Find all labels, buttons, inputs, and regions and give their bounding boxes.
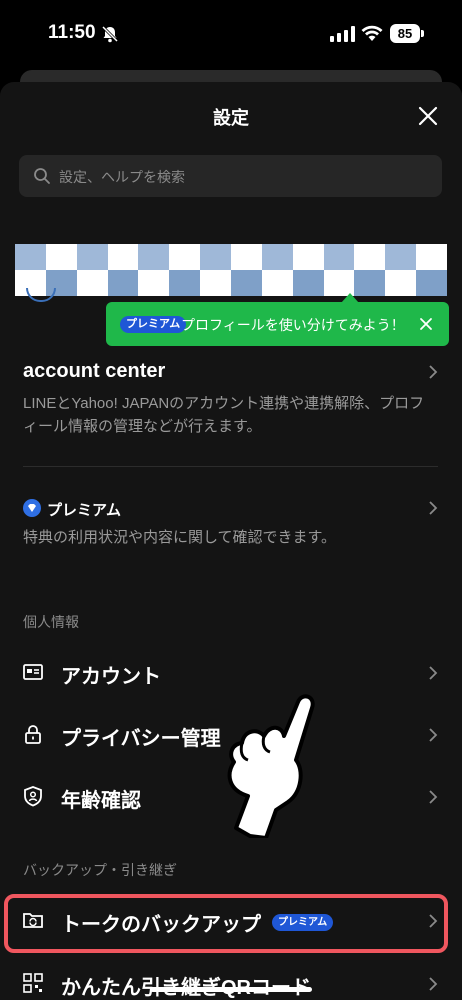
group-label-backup: バックアップ・引き継ぎ [23, 862, 177, 878]
row-label: プライバシー管理 [61, 728, 221, 750]
status-bar: 11:50 85 [0, 0, 462, 68]
mosaic-tile [354, 244, 386, 270]
row-label: 年齢確認 [61, 790, 141, 812]
mosaic-tile [416, 244, 447, 270]
row-label: かんたん引き継ぎQRコード [61, 971, 311, 1000]
search-input[interactable]: 設定、ヘルプを検索 [19, 155, 442, 197]
mosaic-tile [385, 244, 417, 270]
chevron-right-icon [429, 728, 438, 742]
chevron-right-icon [429, 977, 438, 991]
profile-avatar [26, 288, 56, 302]
battery-level: 85 [390, 24, 420, 43]
search-placeholder: 設定、ヘルプを検索 [59, 169, 185, 185]
chevron-right-icon [429, 365, 438, 379]
bell-muted-icon [101, 25, 119, 43]
account-center-description: LINEとYahoo! JAPANのアカウント連携や連携解除、プロフィール情報の… [23, 395, 425, 435]
row-qr-transfer[interactable]: かんたん引き継ぎQRコード [0, 958, 462, 1000]
mosaic-tile [45, 244, 77, 270]
row-label: アカウント [61, 666, 161, 688]
chevron-right-icon [429, 666, 438, 680]
status-time: 11:50 [48, 22, 96, 43]
account-center-title: account center [23, 360, 166, 382]
id-card-icon [23, 664, 43, 680]
page-title: 設定 [213, 108, 249, 128]
divider [23, 466, 438, 467]
mosaic-tile [76, 270, 108, 296]
premium-diamond-icon [23, 499, 41, 517]
home-indicator [150, 987, 312, 992]
mosaic-tile [231, 270, 262, 296]
settings-sheet: 設定 設定、ヘルプを検索 プレミアム プロフィールを使い分けてみよう！ acco… [0, 82, 462, 1000]
search-icon [34, 168, 50, 184]
mosaic-tile [15, 244, 46, 270]
profile-tooltip[interactable]: プレミアム プロフィールを使い分けてみよう！ [106, 302, 449, 346]
mosaic-tile [292, 244, 324, 270]
highlight-box [4, 894, 448, 953]
shield-person-icon [24, 786, 42, 807]
tooltip-premium-badge: プレミアム [120, 316, 187, 333]
mosaic-tile [231, 244, 262, 270]
pointing-hand-icon [227, 694, 315, 838]
chevron-right-icon [429, 790, 438, 804]
mosaic-tile [169, 270, 201, 296]
chevron-right-icon [429, 501, 438, 515]
mosaic-tile [138, 244, 170, 270]
premium-description: 特典の利用状況や内容に関して確認できます。 [23, 529, 337, 546]
mosaic-tile [107, 270, 139, 296]
mosaic-tile [76, 244, 108, 270]
premium-title: プレミアム [47, 502, 121, 519]
mosaic-tile [107, 244, 139, 270]
mosaic-tile [169, 244, 201, 270]
mosaic-tile [292, 270, 324, 296]
mosaic-tile [200, 244, 231, 270]
premium-item[interactable] [0, 482, 462, 562]
tooltip-text: プロフィールを使い分けてみよう！ [181, 317, 405, 333]
close-icon[interactable] [412, 100, 444, 132]
mosaic-tile [385, 270, 417, 296]
tooltip-close-icon[interactable] [416, 314, 436, 334]
cellular-signal-icon [330, 26, 355, 42]
mosaic-tile [416, 270, 447, 296]
mosaic-tile [138, 270, 170, 296]
lock-icon [25, 725, 41, 744]
account-center-item[interactable]: account center LINEとYahoo! JAPANのアカウント連携… [0, 352, 462, 452]
mosaic-tile [200, 270, 231, 296]
qr-code-icon [23, 973, 43, 993]
battery-cap [421, 30, 424, 37]
redacted-profile-image [15, 244, 447, 296]
mosaic-tile [261, 270, 293, 296]
wifi-icon [361, 25, 383, 41]
mosaic-tile [261, 244, 293, 270]
group-label-personal: 個人情報 [23, 614, 79, 630]
mosaic-tile [323, 244, 355, 270]
mosaic-tile [354, 270, 386, 296]
